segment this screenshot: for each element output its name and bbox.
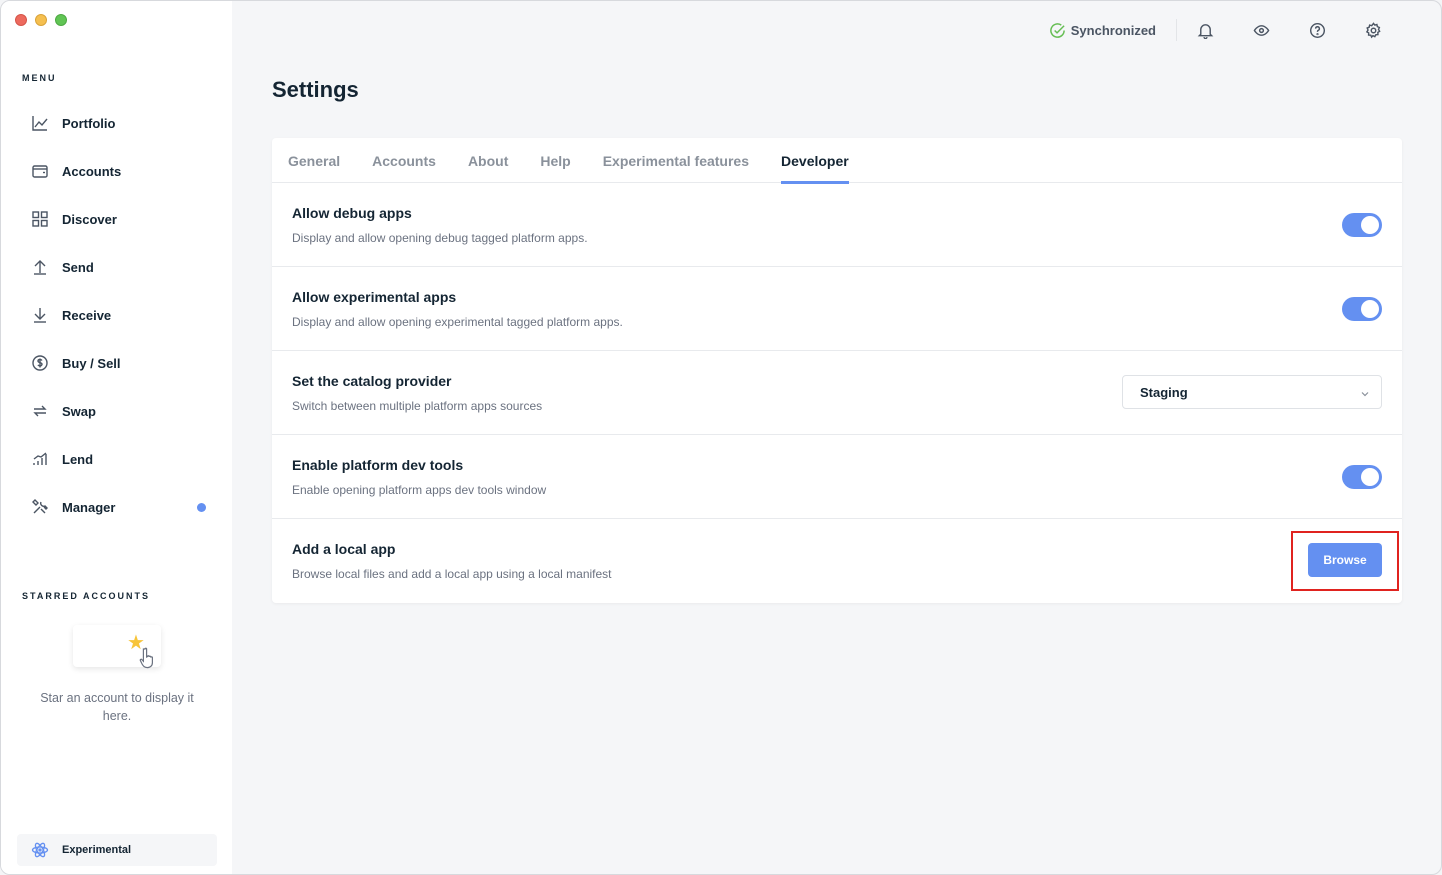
help-icon (1309, 22, 1325, 38)
sidebar-item-label: Accounts (62, 163, 122, 179)
toggle-knob (1361, 216, 1379, 234)
sidebar-item-send[interactable]: Send (17, 243, 217, 291)
setting-description: Switch between multiple platform apps so… (292, 399, 543, 413)
notifications-button[interactable] (1177, 17, 1233, 43)
bar-chart-icon (31, 450, 49, 468)
sidebar-item-label: Receive (62, 307, 112, 323)
arrow-down-icon (31, 306, 49, 324)
setting-row-debug-apps: Allow debug apps Display and allow openi… (272, 183, 1402, 267)
debug-apps-toggle[interactable] (1342, 213, 1382, 237)
top-bar: Synchronized (1049, 17, 1401, 43)
setting-title: Enable platform dev tools (292, 457, 464, 473)
sidebar-item-label: Send (62, 259, 94, 275)
setting-title: Add a local app (292, 541, 396, 557)
dev-tools-toggle[interactable] (1342, 465, 1382, 489)
sidebar-item-label: Buy / Sell (62, 355, 121, 371)
arrow-up-icon (31, 258, 49, 276)
window-controls (15, 14, 67, 26)
tab-accounts[interactable]: Accounts (372, 138, 436, 183)
sidebar: MENU Portfolio Accounts Discover Send Re… (1, 1, 232, 874)
setting-title: Set the catalog provider (292, 373, 452, 389)
bell-icon (1197, 23, 1213, 39)
sidebar-item-buy-sell[interactable]: Buy / Sell (17, 339, 217, 387)
toggle-knob (1361, 300, 1379, 318)
tab-developer[interactable]: Developer (781, 138, 849, 184)
discreet-mode-button[interactable] (1233, 17, 1289, 43)
eye-icon (1253, 24, 1269, 36)
zoom-window-button[interactable] (55, 14, 67, 26)
sidebar-item-label: Manager (62, 499, 116, 515)
setting-description: Browse local files and add a local app u… (292, 567, 612, 581)
tab-general[interactable]: General (288, 138, 340, 183)
settings-panel: General Accounts About Help Experimental… (272, 138, 1402, 603)
sidebar-item-label: Portfolio (62, 115, 116, 131)
setting-row-local-app: Add a local app Browse local files and a… (272, 519, 1402, 603)
setting-row-catalog-provider: Set the catalog provider Switch between … (272, 351, 1402, 435)
tab-experimental-features[interactable]: Experimental features (603, 138, 749, 183)
tab-help[interactable]: Help (540, 138, 570, 183)
browse-button[interactable]: Browse (1308, 543, 1382, 577)
setting-title: Allow experimental apps (292, 289, 457, 305)
notification-dot (197, 503, 206, 512)
close-window-button[interactable] (15, 14, 27, 26)
sync-label: Synchronized (1070, 22, 1156, 38)
setting-row-experimental-apps: Allow experimental apps Display and allo… (272, 267, 1402, 351)
pointer-hand-icon (137, 645, 163, 671)
setting-description: Display and allow opening debug tagged p… (292, 231, 588, 245)
starred-empty-message: Star an account to display it here. (40, 691, 194, 723)
starred-illustration: ★ (63, 623, 167, 679)
experimental-indicator[interactable]: Experimental (17, 834, 217, 866)
sidebar-item-label: Swap (62, 403, 96, 419)
menu-heading: MENU (22, 73, 57, 83)
check-circle-icon (1049, 22, 1065, 38)
atom-icon (31, 841, 49, 859)
experimental-apps-toggle[interactable] (1342, 297, 1382, 321)
sidebar-item-accounts[interactable]: Accounts (17, 147, 217, 195)
chevron-down-icon (1361, 392, 1369, 397)
experimental-label: Experimental (62, 844, 132, 856)
page-title: Settings (272, 77, 359, 102)
minimize-window-button[interactable] (35, 14, 47, 26)
sidebar-item-portfolio[interactable]: Portfolio (17, 99, 217, 147)
sidebar-item-label: Lend (62, 451, 94, 467)
chart-line-icon (31, 114, 49, 132)
tools-icon (31, 498, 49, 516)
toggle-knob (1361, 468, 1379, 486)
catalog-provider-select[interactable]: Staging (1122, 375, 1382, 409)
settings-button[interactable] (1345, 17, 1401, 43)
setting-title: Allow debug apps (292, 205, 412, 221)
sidebar-item-receive[interactable]: Receive (17, 291, 217, 339)
sidebar-item-lend[interactable]: Lend (17, 435, 217, 483)
starred-accounts-heading: STARRED ACCOUNTS (22, 591, 150, 601)
sidebar-nav: Portfolio Accounts Discover Send Receive… (17, 99, 217, 531)
grid-icon (31, 210, 49, 228)
tab-about[interactable]: About (468, 138, 508, 183)
sync-status[interactable]: Synchronized (1049, 22, 1156, 39)
sidebar-item-manager[interactable]: Manager (17, 483, 217, 531)
wallet-icon (31, 162, 49, 180)
app-window: MENU Portfolio Accounts Discover Send Re… (0, 0, 1442, 875)
setting-row-dev-tools: Enable platform dev tools Enable opening… (272, 435, 1402, 519)
sidebar-item-swap[interactable]: Swap (17, 387, 217, 435)
dollar-circle-icon (31, 354, 49, 372)
sidebar-item-discover[interactable]: Discover (17, 195, 217, 243)
settings-tabs: General Accounts About Help Experimental… (272, 138, 1402, 184)
swap-icon (31, 402, 49, 420)
setting-description: Display and allow opening experimental t… (292, 315, 623, 329)
help-button[interactable] (1289, 17, 1345, 43)
select-value: Staging (1140, 384, 1188, 400)
settings-icon (1365, 21, 1381, 38)
setting-description: Enable opening platform apps dev tools w… (292, 483, 547, 497)
sidebar-item-label: Discover (62, 211, 117, 227)
